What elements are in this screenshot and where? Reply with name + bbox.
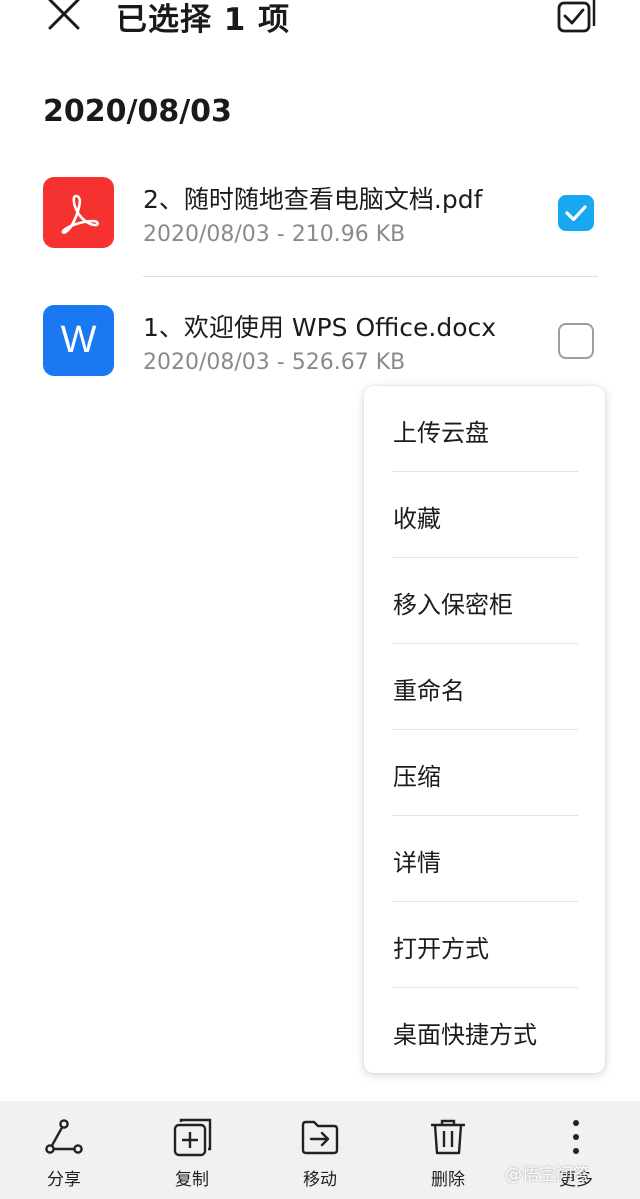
menu-item-favorite[interactable]: 收藏 bbox=[364, 472, 605, 558]
menu-item-open-with[interactable]: 打开方式 bbox=[364, 902, 605, 988]
menu-item-upload-cloud[interactable]: 上传云盘 bbox=[364, 386, 605, 472]
menu-item-label: 重命名 bbox=[393, 677, 465, 705]
file-name: 2、随时随地查看电脑文档.pdf bbox=[143, 185, 483, 214]
more-vertical-icon bbox=[573, 1120, 579, 1154]
copy-label: 复制 bbox=[175, 1170, 209, 1190]
copy-icon bbox=[173, 1118, 212, 1157]
trash-icon bbox=[431, 1119, 465, 1155]
word-file-icon: W bbox=[43, 305, 114, 376]
menu-item-details[interactable]: 详情 bbox=[364, 816, 605, 902]
menu-item-label: 上传云盘 bbox=[393, 419, 489, 447]
move-button[interactable]: 移动 bbox=[256, 1101, 384, 1199]
row-divider bbox=[143, 276, 598, 277]
check-icon bbox=[565, 205, 587, 222]
close-icon bbox=[48, 0, 80, 30]
menu-item-label: 详情 bbox=[393, 849, 441, 877]
menu-item-label: 移入保密柜 bbox=[393, 591, 513, 619]
pdf-file-icon bbox=[43, 177, 114, 248]
file-meta: 2020/08/03 - 210.96 KB bbox=[143, 222, 406, 247]
share-icon bbox=[45, 1119, 83, 1154]
file-checkbox-checked[interactable] bbox=[558, 195, 594, 231]
file-name: 1、欢迎使用 WPS Office.docx bbox=[143, 313, 497, 342]
select-all-icon bbox=[557, 0, 596, 33]
move-label: 移动 bbox=[303, 1170, 337, 1190]
watermark: @悟空问答 bbox=[505, 1165, 590, 1185]
date-group-header: 2020/08/03 bbox=[43, 94, 232, 129]
more-options-menu: 上传云盘 收藏 移入保密柜 重命名 压缩 详情 打开方式 桌面快捷方式 bbox=[364, 386, 605, 1073]
menu-item-label: 收藏 bbox=[393, 505, 441, 533]
move-folder-icon bbox=[301, 1120, 339, 1155]
acrobat-icon bbox=[61, 194, 99, 234]
menu-item-compress[interactable]: 压缩 bbox=[364, 730, 605, 816]
menu-item-rename[interactable]: 重命名 bbox=[364, 644, 605, 730]
delete-label: 删除 bbox=[431, 1170, 465, 1190]
menu-item-desktop-shortcut[interactable]: 桌面快捷方式 bbox=[364, 988, 605, 1074]
menu-item-label: 打开方式 bbox=[393, 935, 489, 963]
share-label: 分享 bbox=[47, 1170, 81, 1190]
page-title: 已选择 1 项 bbox=[116, 2, 291, 38]
file-meta: 2020/08/03 - 526.67 KB bbox=[143, 350, 406, 375]
file-row-pdf[interactable]: 2、随时随地查看电脑文档.pdf 2020/08/03 - 210.96 KB bbox=[0, 150, 640, 278]
menu-item-label: 压缩 bbox=[393, 763, 441, 791]
word-icon-letter: W bbox=[60, 319, 97, 361]
delete-button[interactable]: 删除 bbox=[384, 1101, 512, 1199]
select-all-button[interactable] bbox=[552, 0, 600, 38]
file-checkbox-unchecked[interactable] bbox=[558, 323, 594, 359]
share-button[interactable]: 分享 bbox=[0, 1101, 128, 1199]
copy-button[interactable]: 复制 bbox=[128, 1101, 256, 1199]
close-button[interactable] bbox=[40, 0, 88, 36]
menu-item-move-to-safe[interactable]: 移入保密柜 bbox=[364, 558, 605, 644]
menu-item-label: 桌面快捷方式 bbox=[393, 1021, 537, 1049]
